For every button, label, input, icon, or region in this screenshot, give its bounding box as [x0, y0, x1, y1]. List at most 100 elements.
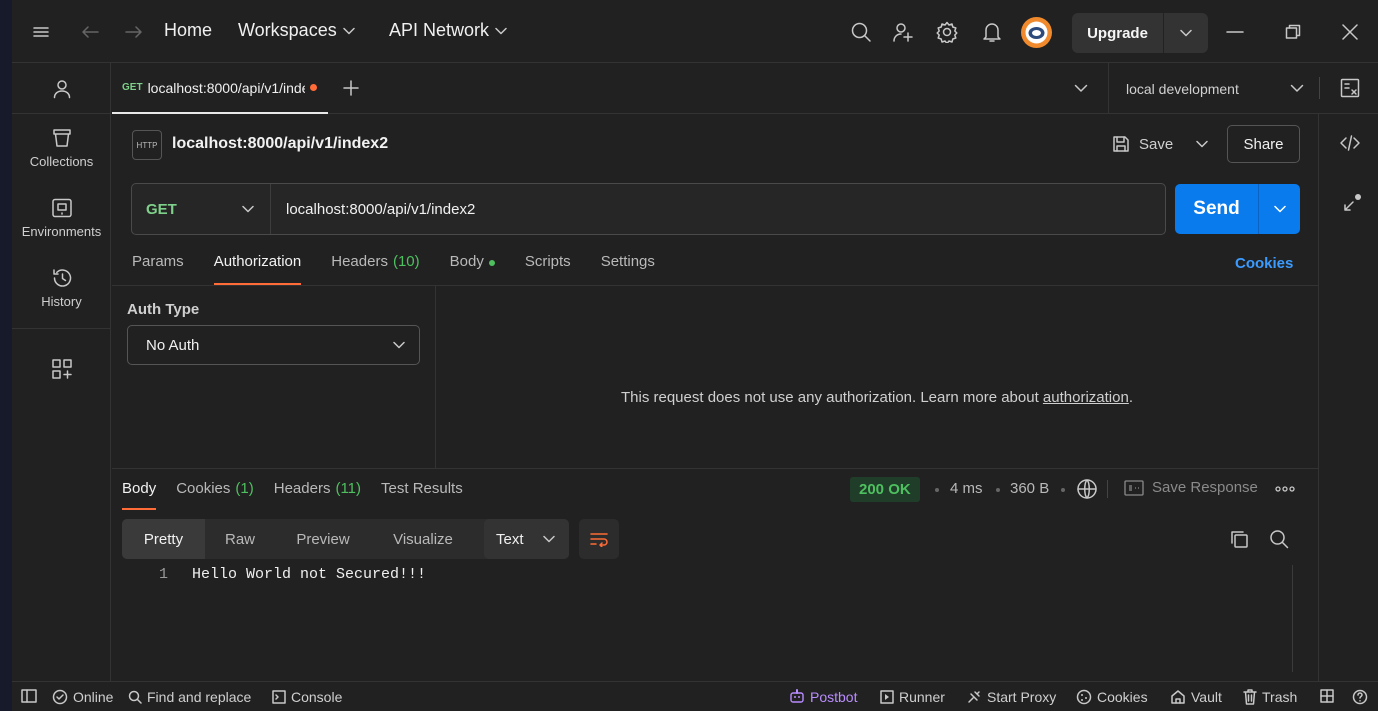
close-icon[interactable]: [1338, 20, 1362, 44]
tab-request[interactable]: GET localhost:8000/api/v1/index2: [112, 63, 328, 114]
environment-select[interactable]: local development: [1108, 63, 1320, 114]
vault-icon: [1171, 690, 1185, 704]
send-button[interactable]: Send: [1175, 184, 1259, 234]
user-icon: [53, 80, 70, 99]
example-icon: [1124, 479, 1144, 496]
tab-label: Settings: [600, 253, 655, 270]
sidebar-item-account[interactable]: [12, 79, 111, 99]
runner-icon: [880, 690, 894, 704]
add-widgets-icon: [51, 359, 72, 379]
upgrade-button[interactable]: Upgrade: [1072, 13, 1164, 53]
response-time[interactable]: 4 ms: [950, 480, 983, 497]
restore-icon[interactable]: [1281, 20, 1305, 44]
divider: [1319, 77, 1320, 99]
save-dropdown-button[interactable]: [1189, 125, 1215, 163]
save-button[interactable]: Save: [1112, 125, 1173, 163]
sidebar-item-label: History: [41, 294, 82, 309]
tab-method-badge: GET: [122, 82, 143, 93]
response-size[interactable]: 360 B: [1010, 480, 1049, 497]
help-icon[interactable]: [1352, 689, 1368, 705]
nav-home[interactable]: Home: [164, 20, 212, 41]
menu-icon[interactable]: [29, 20, 53, 44]
avatar[interactable]: [1021, 17, 1052, 48]
scrollbar[interactable]: [1292, 565, 1293, 672]
tab-body[interactable]: Body: [450, 253, 495, 285]
method-select[interactable]: GET: [132, 184, 271, 234]
tab-headers[interactable]: Headers (10): [331, 253, 419, 285]
cookies[interactable]: Cookies: [1076, 689, 1148, 705]
response-tab-cookies[interactable]: Cookies (1): [176, 480, 254, 510]
new-tab-icon[interactable]: [342, 79, 360, 97]
authorization-docs-link[interactable]: authorization: [1043, 389, 1129, 406]
view-preview[interactable]: Preview: [275, 519, 371, 559]
related-collections-icon[interactable]: [1341, 192, 1363, 214]
tab-scripts[interactable]: Scripts: [525, 253, 571, 285]
layout-icon[interactable]: [1320, 689, 1334, 703]
gear-icon[interactable]: [935, 20, 959, 44]
response-tab-headers[interactable]: Headers (11): [274, 480, 361, 510]
bell-icon[interactable]: [980, 20, 1004, 44]
tab-count: (1): [235, 480, 254, 497]
response-tab-test-results[interactable]: Test Results: [381, 480, 463, 510]
divider: [112, 468, 1318, 469]
save-response-label: Save Response: [1152, 479, 1258, 496]
upgrade-dropdown-button[interactable]: [1164, 13, 1208, 53]
save-label: Save: [1139, 135, 1174, 153]
chevron-down-icon: [495, 27, 507, 34]
search-icon: [128, 690, 142, 704]
send-dropdown-button[interactable]: [1259, 184, 1300, 234]
response-format-select[interactable]: Text: [484, 519, 569, 559]
share-button[interactable]: Share: [1227, 125, 1300, 163]
upgrade-group: Upgrade: [1072, 13, 1208, 53]
request-title[interactable]: localhost:8000/api/v1/index2: [172, 135, 388, 153]
status-online[interactable]: Online: [52, 689, 113, 705]
environment-icon: [51, 198, 72, 218]
globe-icon[interactable]: [1076, 478, 1098, 500]
runner[interactable]: Runner: [880, 689, 945, 705]
sidebar-item-configure[interactable]: [12, 358, 111, 380]
response-body-line[interactable]: Hello World not Secured!!!: [192, 566, 426, 583]
minimize-icon[interactable]: [1223, 20, 1247, 44]
response-tab-body[interactable]: Body: [122, 480, 157, 510]
view-pretty[interactable]: Pretty: [122, 519, 205, 559]
nav-api-network[interactable]: API Network: [389, 20, 507, 41]
tab-params[interactable]: Params: [132, 253, 184, 285]
satellite-icon: [968, 691, 980, 703]
wrap-lines-button[interactable]: [579, 519, 619, 559]
tab-settings[interactable]: Settings: [601, 253, 655, 285]
console[interactable]: Console: [272, 689, 342, 705]
copy-icon[interactable]: [1229, 529, 1249, 549]
auth-type-label: Auth Type: [127, 301, 200, 318]
find-and-replace-label: Find and replace: [147, 689, 252, 705]
start-proxy[interactable]: Start Proxy: [966, 689, 1056, 705]
url-input[interactable]: [271, 184, 1165, 234]
find-and-replace[interactable]: Find and replace: [128, 689, 251, 705]
tab-label: Body: [449, 253, 484, 270]
save-response-button[interactable]: Save Response: [1124, 479, 1258, 496]
right-rail: [1318, 114, 1378, 681]
trash[interactable]: Trash: [1243, 689, 1297, 705]
search-icon[interactable]: [1269, 529, 1289, 549]
cookies-link[interactable]: Cookies: [1235, 255, 1293, 272]
add-user-icon[interactable]: [891, 20, 915, 44]
sidebar-divider: [12, 113, 111, 114]
sidebar-item-environments[interactable]: Environments: [12, 198, 111, 239]
status-badge[interactable]: 200 OK: [850, 477, 920, 502]
postbot[interactable]: Postbot: [789, 689, 857, 705]
tab-authorization[interactable]: Authorization: [213, 253, 301, 285]
more-options-icon[interactable]: [1275, 481, 1295, 497]
auth-type-select[interactable]: No Auth: [127, 325, 420, 365]
view-visualize[interactable]: Visualize: [371, 519, 475, 559]
forward-arrow-icon[interactable]: [122, 20, 146, 44]
nav-workspaces[interactable]: Workspaces: [238, 20, 355, 41]
code-icon[interactable]: [1339, 134, 1361, 152]
view-raw[interactable]: Raw: [205, 519, 275, 559]
chevron-down-icon[interactable]: [1074, 84, 1088, 93]
sidebar-item-collections[interactable]: Collections: [12, 128, 111, 169]
back-arrow-icon[interactable]: [78, 20, 102, 44]
vault[interactable]: Vault: [1170, 689, 1222, 705]
toggle-sidebar-icon[interactable]: [21, 689, 37, 703]
search-icon[interactable]: [849, 20, 873, 44]
environment-quick-look-icon[interactable]: [1340, 78, 1360, 98]
sidebar-item-history[interactable]: History: [12, 268, 111, 309]
